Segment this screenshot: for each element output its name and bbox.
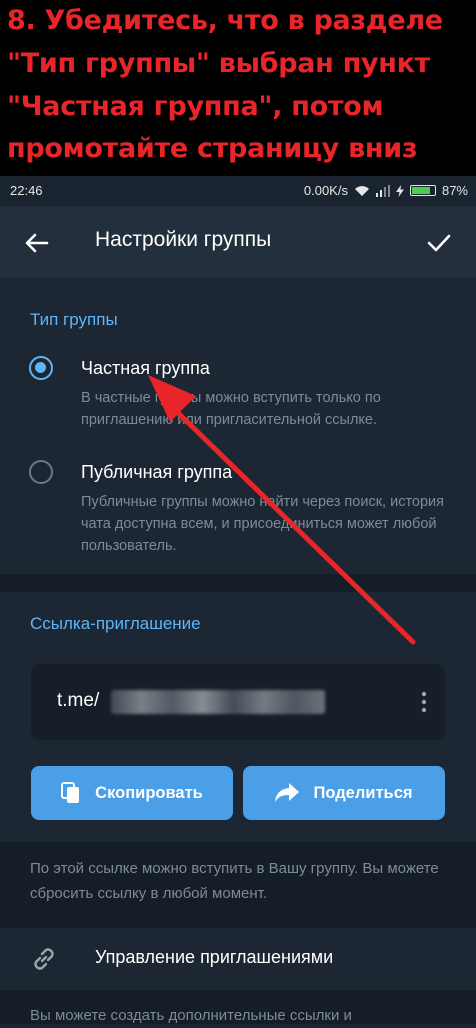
blurred-link: [111, 690, 325, 714]
wifi-icon: [354, 185, 369, 196]
network-speed: 0.00K/s: [303, 183, 348, 198]
section-divider: [0, 574, 476, 592]
banner-line-2: "Тип группы" выбран пункт: [7, 48, 431, 79]
instruction-banner: 8. Убедитесь, что в разделе "Тип группы"…: [0, 0, 476, 176]
copy-icon: [61, 782, 80, 803]
manage-invites-label: Управление приглашениями: [95, 947, 334, 967]
banner-line-4: промотайте страницу вниз: [7, 133, 418, 164]
manage-invites-row[interactable]: Управление приглашениями: [0, 928, 476, 990]
public-option-desc: Публичные группы можно найти через поиск…: [81, 494, 445, 554]
public-option-title: Публичная группа: [81, 462, 233, 482]
more-options-icon[interactable]: [421, 690, 427, 714]
banner-line-3: "Частная группа", потом: [7, 91, 384, 122]
invite-hint: По этой ссылке можно вступить в Вашу гру…: [30, 860, 439, 902]
public-radio[interactable]: [29, 460, 53, 484]
battery-icon: [409, 185, 436, 196]
manage-hint: Вы можете создать дополнительные ссылки …: [30, 1007, 352, 1024]
private-radio[interactable]: [29, 356, 53, 380]
page-title: Настройки группы: [95, 228, 272, 251]
copy-button[interactable]: Скопировать: [31, 766, 233, 820]
link-icon: [34, 948, 54, 970]
copy-button-label: Скопировать: [95, 783, 203, 802]
charging-icon: [395, 184, 404, 197]
group-type-section: Тип группы Частная группа В частные груп…: [0, 278, 476, 574]
share-button-label: Поделиться: [313, 783, 413, 802]
app-bar: Настройки группы: [0, 206, 476, 278]
status-bar: 22:46 0.00K/s 87%: [0, 176, 476, 206]
banner-line-1: 8. Убедитесь, что в разделе: [7, 5, 443, 36]
invite-link-prefix: t.me/: [57, 690, 100, 711]
confirm-check-icon[interactable]: [424, 228, 454, 258]
invite-link-header: Ссылка-приглашение: [30, 614, 201, 633]
status-indicators: 0.00K/s 87%: [304, 183, 468, 198]
invite-link-box[interactable]: t.me/: [31, 664, 445, 740]
group-type-header: Тип группы: [30, 310, 118, 329]
private-option-desc: В частные группы можно вступить только п…: [81, 390, 381, 428]
battery-percent: 87%: [441, 183, 468, 198]
back-arrow-icon[interactable]: [22, 228, 52, 258]
invite-link-section: Ссылка-приглашение t.me/ Скопировать Под…: [0, 592, 476, 842]
private-option-title: Частная группа: [81, 358, 210, 378]
signal-icon: [375, 184, 390, 197]
status-time: 22:46: [10, 183, 43, 198]
share-button[interactable]: Поделиться: [243, 766, 445, 820]
share-icon: [275, 783, 300, 802]
